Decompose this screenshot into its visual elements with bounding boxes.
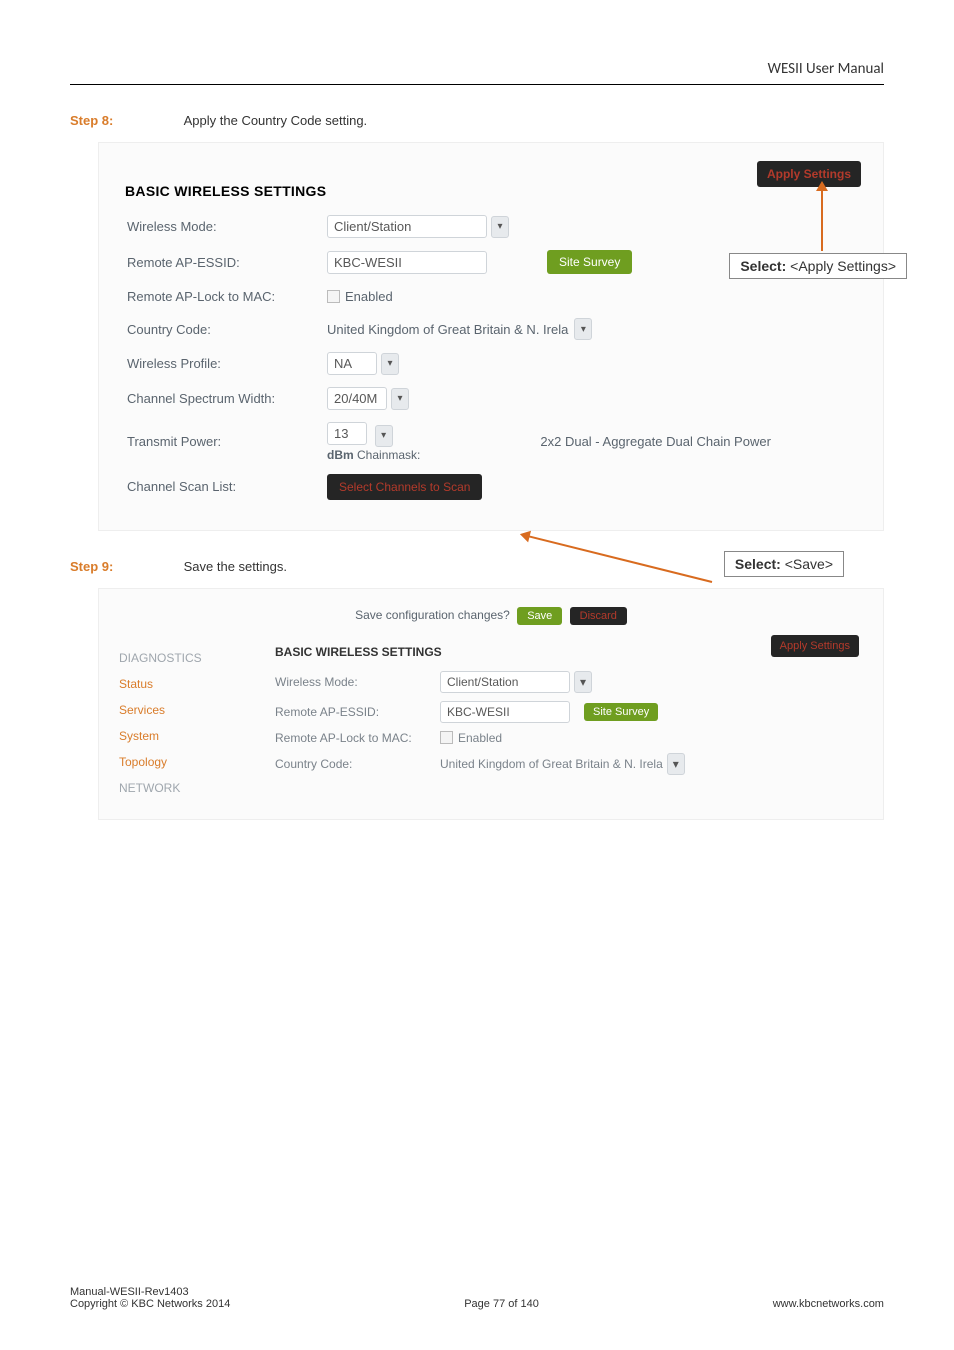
select-channels-button[interactable]: Select Channels to Scan xyxy=(327,474,482,500)
transmit-power-input[interactable]: 13 xyxy=(327,422,367,445)
callout-save: Select: <Save> xyxy=(724,551,844,577)
row-channel-spectrum: Channel Spectrum Width: 20/40M ▾ xyxy=(125,381,857,416)
sidebar-item-services[interactable]: Services xyxy=(117,697,247,723)
row-remote-ap-lock: Remote AP-Lock to MAC: Enabled xyxy=(125,280,857,312)
mini-row-remote-ap-essid: Remote AP-ESSID: KBC-WESII Site Survey xyxy=(275,697,865,727)
step9-label: Step 9: xyxy=(70,559,180,574)
doc-footer: Manual-WESII-Rev1403 Copyright © KBC Net… xyxy=(70,1286,884,1310)
panel1-section-title: BASIC WIRELESS SETTINGS xyxy=(125,183,857,199)
footer-left-line2: Copyright © KBC Networks 2014 xyxy=(70,1298,230,1310)
sidebar-item-diagnostics: DIAGNOSTICS xyxy=(117,645,247,671)
sidebar-item-topology[interactable]: Topology xyxy=(117,749,247,775)
row-wireless-mode: Wireless Mode: Client/Station ▾ xyxy=(125,209,857,244)
discard-button[interactable]: Discard xyxy=(570,607,627,625)
mini-remote-ap-essid-input[interactable]: KBC-WESII xyxy=(440,701,570,723)
mini-site-survey-button[interactable]: Site Survey xyxy=(584,703,658,721)
callout1-value: <Apply Settings> xyxy=(790,258,896,274)
arrow-icon xyxy=(821,187,823,251)
mini-remote-ap-lock-label: Remote AP-Lock to MAC: xyxy=(275,731,440,745)
mini-remote-ap-essid-label: Remote AP-ESSID: xyxy=(275,705,440,719)
row-channel-scan-list: Channel Scan List: Select Channels to Sc… xyxy=(125,468,857,506)
transmit-power-label: Transmit Power: xyxy=(127,434,327,449)
chevron-down-icon[interactable]: ▾ xyxy=(391,388,409,410)
footer-left-line1: Manual-WESII-Rev1403 xyxy=(70,1286,230,1298)
mini-country-code-value: United Kingdom of Great Britain & N. Ire… xyxy=(440,757,663,771)
channel-spectrum-select[interactable]: 20/40M xyxy=(327,387,387,410)
chevron-down-icon[interactable]: ▾ xyxy=(667,753,685,775)
callout2-prefix: Select: xyxy=(735,556,781,572)
callout2-value: <Save> xyxy=(785,556,833,572)
mini-country-code-label: Country Code: xyxy=(275,757,440,771)
dbm-label: dBm xyxy=(327,448,354,462)
apply-settings-button[interactable]: Apply Settings xyxy=(757,161,861,187)
sidebar-item-status[interactable]: Status xyxy=(117,671,247,697)
chevron-down-icon[interactable]: ▾ xyxy=(491,216,509,238)
panel2: Save configuration changes? Save Discard… xyxy=(98,588,884,820)
save-prompt: Save configuration changes? xyxy=(355,608,510,622)
sidebar: DIAGNOSTICS Status Services System Topol… xyxy=(117,639,247,801)
remote-ap-lock-value: Enabled xyxy=(345,289,393,304)
remote-ap-lock-checkbox[interactable] xyxy=(327,290,340,303)
row-wireless-profile: Wireless Profile: NA ▾ xyxy=(125,346,857,381)
chevron-down-icon[interactable]: ▾ xyxy=(381,353,399,375)
chevron-down-icon[interactable]: ▾ xyxy=(574,671,592,693)
wireless-mode-label: Wireless Mode: xyxy=(127,219,327,234)
remote-ap-essid-label: Remote AP-ESSID: xyxy=(127,255,327,270)
remote-ap-lock-label: Remote AP-Lock to MAC: xyxy=(127,289,327,304)
mini-row-wireless-mode: Wireless Mode: Client/Station ▾ xyxy=(275,667,865,697)
country-code-value: United Kingdom of Great Britain & N. Ire… xyxy=(327,322,568,337)
remote-ap-essid-input[interactable]: KBC-WESII xyxy=(327,251,487,274)
channel-scan-list-label: Channel Scan List: xyxy=(127,479,327,494)
save-button[interactable]: Save xyxy=(517,607,562,625)
row-transmit-power: Transmit Power: 13 ▾ dBm Chainmask: 2x2 … xyxy=(125,416,857,468)
country-code-label: Country Code: xyxy=(127,322,327,337)
chevron-down-icon[interactable]: ▾ xyxy=(375,425,393,447)
footer-center: Page 77 of 140 xyxy=(464,1298,539,1310)
save-bar: Save configuration changes? Save Discard xyxy=(117,601,865,639)
sidebar-item-network: NETWORK xyxy=(117,775,247,801)
chainmask-label: Chainmask: xyxy=(357,448,420,462)
mini-row-country-code: Country Code: United Kingdom of Great Br… xyxy=(275,749,865,779)
callout-apply-settings: Select: <Apply Settings> xyxy=(729,253,907,279)
panel1: Apply Settings Select: <Apply Settings> … xyxy=(98,142,884,531)
wireless-profile-label: Wireless Profile: xyxy=(127,356,327,371)
step8-line: Step 8: Apply the Country Code setting. xyxy=(70,113,884,128)
site-survey-button[interactable]: Site Survey xyxy=(547,250,632,274)
wireless-mode-select[interactable]: Client/Station xyxy=(327,215,487,238)
step8-text: Apply the Country Code setting. xyxy=(184,113,368,128)
step9-text: Save the settings. xyxy=(184,559,287,574)
mini-wireless-mode-label: Wireless Mode: xyxy=(275,675,440,689)
step8-label: Step 8: xyxy=(70,113,180,128)
mini-remote-ap-lock-value: Enabled xyxy=(458,731,502,745)
mini-remote-ap-lock-checkbox[interactable] xyxy=(440,731,453,744)
doc-header-title: WESII User Manual xyxy=(70,60,884,85)
wireless-profile-select[interactable]: NA xyxy=(327,352,377,375)
mini-row-remote-ap-lock: Remote AP-Lock to MAC: Enabled xyxy=(275,727,865,749)
apply-settings-button-small[interactable]: Apply Settings xyxy=(771,635,859,657)
channel-spectrum-label: Channel Spectrum Width: xyxy=(127,391,327,406)
sidebar-item-system[interactable]: System xyxy=(117,723,247,749)
mini-wireless-mode-select[interactable]: Client/Station xyxy=(440,671,570,693)
callout1-prefix: Select: xyxy=(740,258,786,274)
chevron-down-icon[interactable]: ▾ xyxy=(574,318,592,340)
row-country-code: Country Code: United Kingdom of Great Br… xyxy=(125,312,857,346)
chain-power-text: 2x2 Dual - Aggregate Dual Chain Power xyxy=(540,434,771,449)
footer-right: www.kbcnetworks.com xyxy=(773,1298,884,1310)
